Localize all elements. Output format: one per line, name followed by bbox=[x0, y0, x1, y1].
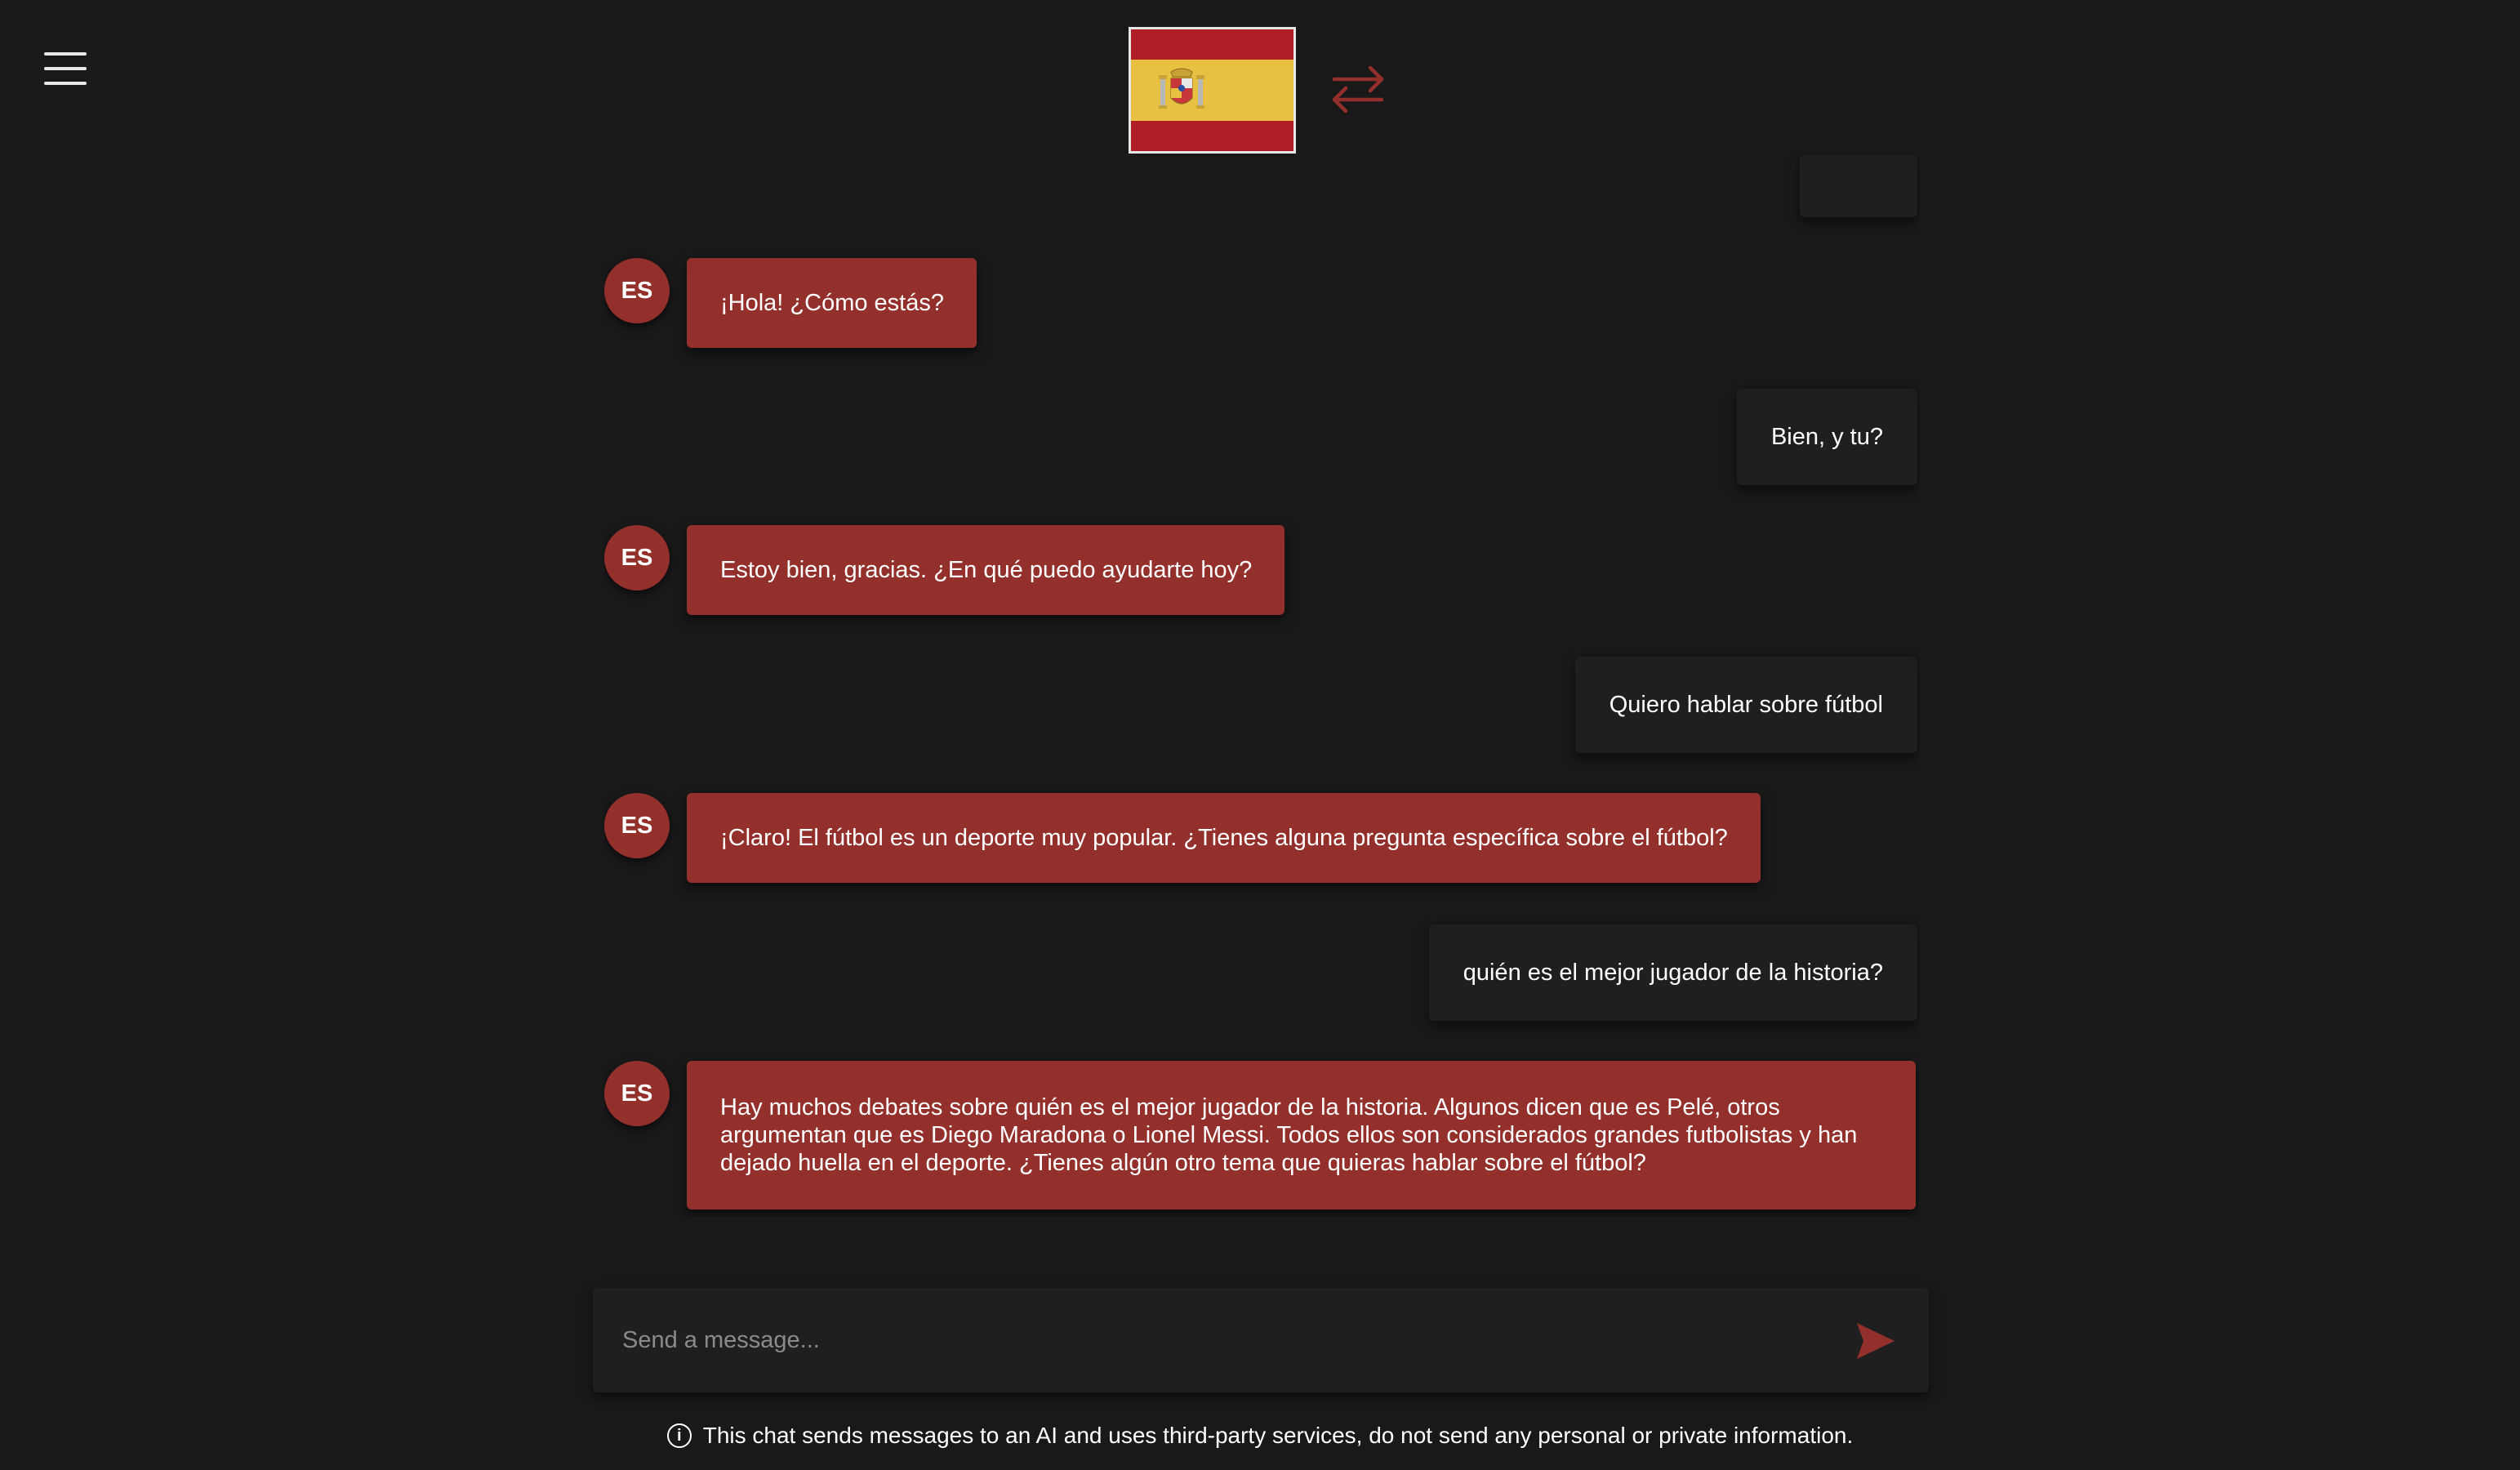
partial-user-bubble bbox=[1800, 155, 1917, 217]
user-bubble: Bien, y tu? bbox=[1736, 389, 1917, 485]
avatar: ES bbox=[604, 793, 670, 858]
info-icon: i bbox=[666, 1423, 692, 1448]
swap-arrows-icon[interactable] bbox=[1329, 60, 1387, 118]
spain-flag-icon[interactable] bbox=[1129, 27, 1296, 154]
message-composer bbox=[593, 1288, 1929, 1392]
avatar: ES bbox=[604, 258, 670, 323]
assistant-bubble: Hay muchos debates sobre quién es el mej… bbox=[687, 1061, 1916, 1209]
disclaimer: i This chat sends messages to an AI and … bbox=[0, 1423, 2520, 1449]
assistant-bubble: Estoy bien, gracias. ¿En qué puedo ayuda… bbox=[687, 525, 1285, 615]
disclaimer-text: This chat sends messages to an AI and us… bbox=[702, 1423, 1854, 1448]
assistant-bubble: ¡Claro! El fútbol es un deporte muy popu… bbox=[687, 793, 1761, 883]
assistant-bubble: ¡Hola! ¿Cómo estás? bbox=[687, 258, 977, 348]
chat-history: ES ¡Hola! ¿Cómo estás? Bien, y tu? ES Es… bbox=[604, 155, 1919, 1217]
user-bubble: quién es el mejor jugador de la historia… bbox=[1428, 924, 1917, 1021]
avatar: ES bbox=[604, 1061, 670, 1126]
send-arrow-icon[interactable] bbox=[1855, 1321, 1896, 1361]
avatar: ES bbox=[604, 525, 670, 590]
user-bubble: Quiero hablar sobre fútbol bbox=[1574, 657, 1917, 753]
message-input[interactable] bbox=[621, 1288, 1829, 1392]
hamburger-menu-icon[interactable] bbox=[44, 52, 87, 85]
